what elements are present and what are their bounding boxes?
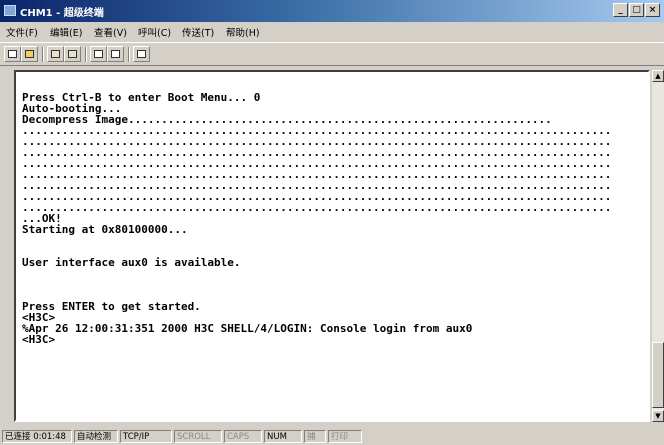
hyperterminal-window: CHM1 - 超级终端 _ □ × 文件(F) 编辑(E) 查看(V) 呼叫(C) … <box>0 0 664 445</box>
status-capture: 捕 <box>304 430 326 443</box>
status-caps-lock: CAPS <box>224 430 262 443</box>
menu-view[interactable]: 查看(V) <box>94 25 127 39</box>
status-connected-time: 已连接 0:01:48 <box>2 430 72 443</box>
menu-edit[interactable]: 编辑(E) <box>50 25 82 39</box>
terminal-area[interactable]: Press Ctrl-B to enter Boot Menu... 0 Aut… <box>14 70 650 422</box>
toolbar <box>0 42 664 66</box>
maximize-button[interactable]: □ <box>629 3 644 17</box>
menu-file[interactable]: 文件(F) <box>6 25 38 39</box>
window-title: CHM1 - 超级终端 <box>20 8 104 19</box>
status-print-echo: 打印 <box>328 430 362 443</box>
receive-file-icon <box>111 50 120 58</box>
title-bar[interactable]: CHM1 - 超级终端 _ □ × <box>0 0 664 22</box>
new-connection-button[interactable] <box>4 46 21 62</box>
toolbar-separator <box>85 47 87 62</box>
status-scroll-lock: SCROLL <box>174 430 222 443</box>
status-num-lock: NUM <box>264 430 302 443</box>
menu-help[interactable]: 帮助(H) <box>226 25 260 39</box>
receive-button[interactable] <box>107 46 124 62</box>
disconnect-button[interactable] <box>64 46 81 62</box>
call-button[interactable] <box>47 46 64 62</box>
minimize-button[interactable]: _ <box>613 3 628 17</box>
menu-call[interactable]: 呼叫(C) <box>138 25 171 39</box>
status-bar: 已连接 0:01:48 自动检测 TCP/IP SCROLL CAPS NUM … <box>0 428 664 445</box>
close-button[interactable]: × <box>645 3 660 17</box>
toolbar-separator <box>42 47 44 62</box>
send-file-icon <box>94 50 103 58</box>
scroll-up-arrow-icon[interactable]: ▲ <box>652 70 664 82</box>
properties-icon <box>137 50 146 58</box>
open-button[interactable] <box>21 46 38 62</box>
toolbar-separator <box>128 47 130 62</box>
new-document-icon <box>8 50 17 58</box>
scroll-down-arrow-icon[interactable]: ▼ <box>652 410 664 422</box>
vertical-scrollbar[interactable]: ▲ ▼ <box>652 70 664 422</box>
properties-button[interactable] <box>133 46 150 62</box>
phone-hangup-icon <box>68 50 77 58</box>
menu-bar: 文件(F) 编辑(E) 查看(V) 呼叫(C) 传送(T) 帮助(H) <box>0 24 664 40</box>
menu-transfer[interactable]: 传送(T) <box>182 25 214 39</box>
status-protocol: TCP/IP <box>120 430 172 443</box>
folder-open-icon <box>25 50 34 58</box>
terminal-output[interactable]: Press Ctrl-B to enter Boot Menu... 0 Aut… <box>22 92 642 418</box>
status-auto-detect: 自动检测 <box>74 430 118 443</box>
send-button[interactable] <box>90 46 107 62</box>
phone-call-icon <box>51 50 60 58</box>
window-controls: _ □ × <box>612 3 660 17</box>
scrollbar-thumb[interactable] <box>652 342 664 408</box>
app-icon <box>4 5 16 16</box>
